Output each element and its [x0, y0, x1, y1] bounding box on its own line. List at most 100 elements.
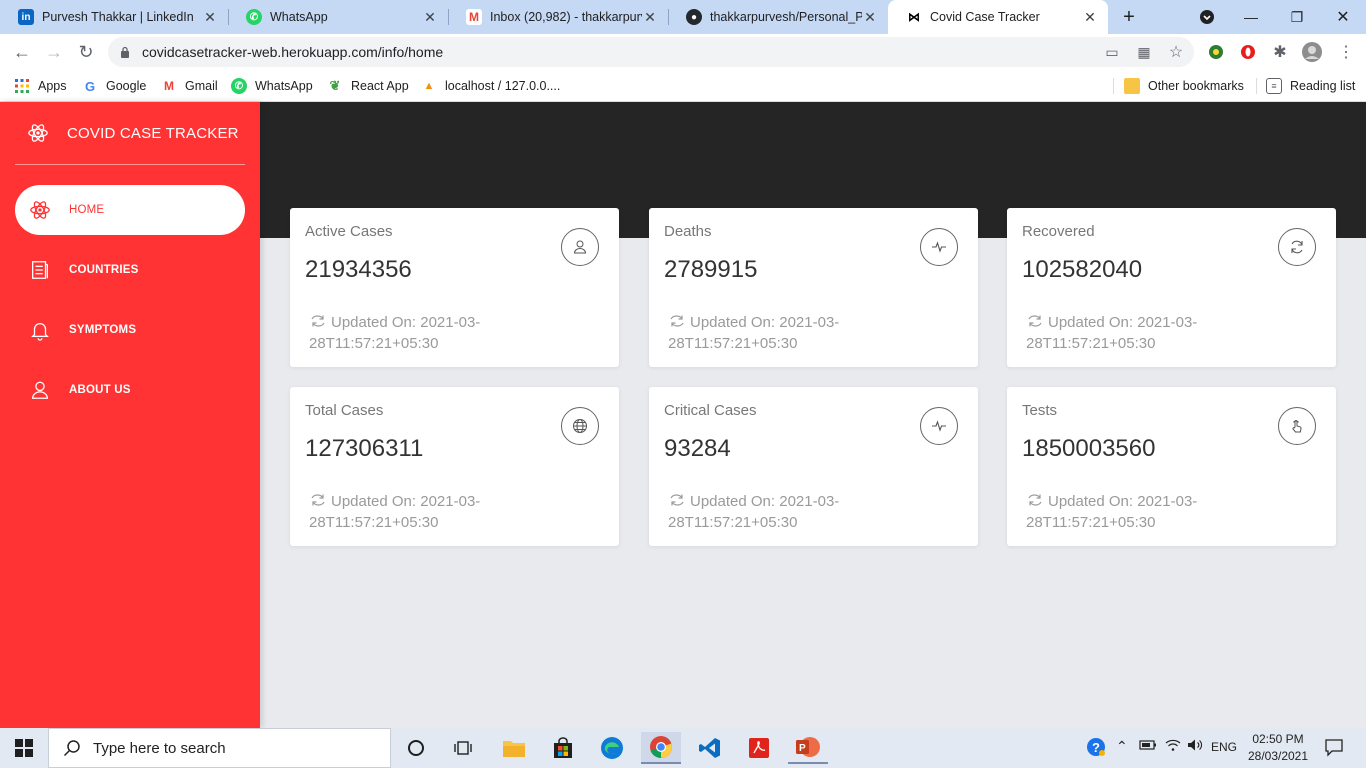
- covid-tracker-app: COVID CASE TRACKER HOME COUNTRIES SYMPTO…: [0, 102, 1366, 728]
- card-title: Deaths: [664, 223, 712, 240]
- bookmark-localhost[interactable]: ▲ localhost / 127.0.0....: [421, 76, 560, 96]
- card-updated: Updated On: 2021-03-28T11:57:21+05:30: [1026, 493, 1198, 531]
- opera-extension-icon[interactable]: [1236, 40, 1260, 64]
- phpmyadmin-icon: ▲: [421, 78, 437, 94]
- card-value: 127306311: [305, 435, 424, 462]
- browser-tab-github[interactable]: ● thakkarpurvesh/Personal_Por ✕: [668, 0, 888, 34]
- bookmark-apps[interactable]: Apps: [14, 76, 67, 96]
- bookmark-react-app[interactable]: ❦ React App: [327, 76, 409, 96]
- tab-title: Covid Case Tracker: [930, 10, 1040, 24]
- profile-avatar[interactable]: [1300, 40, 1324, 64]
- tab-title: Purvesh Thakkar | LinkedIn: [42, 10, 194, 24]
- bookmark-gmail[interactable]: M Gmail: [161, 76, 218, 96]
- back-button[interactable]: ←: [8, 38, 36, 66]
- close-icon[interactable]: ✕: [1082, 9, 1098, 26]
- window-close-button[interactable]: ✕: [1320, 0, 1366, 34]
- volume-icon[interactable]: [1187, 738, 1205, 755]
- sidebar-item-home[interactable]: HOME: [15, 185, 245, 235]
- reload-button[interactable]: ↻: [72, 38, 100, 66]
- card-value: 1850003560: [1022, 435, 1156, 462]
- taskbar-powerpoint[interactable]: P: [788, 732, 828, 764]
- task-view-icon: [454, 741, 472, 755]
- edge-browser-icon: [601, 737, 623, 759]
- notification-icon[interactable]: [1324, 737, 1344, 760]
- extension-globe-icon[interactable]: [1204, 40, 1228, 64]
- powerpoint-icon: P: [796, 737, 820, 757]
- minimize-button[interactable]: —: [1228, 0, 1274, 34]
- browser-tab-covid-tracker[interactable]: ⋈ Covid Case Tracker ✕: [888, 0, 1108, 34]
- address-bar[interactable]: covidcasetracker-web.herokuapp.com/info/…: [108, 37, 1194, 67]
- card-title: Total Cases: [305, 402, 384, 419]
- help-icon[interactable]: ?: [1086, 737, 1106, 760]
- task-view-button[interactable]: [443, 732, 483, 764]
- stat-card-deaths: Deaths 2789915 Updated On: 2021-03-28T11…: [649, 208, 978, 367]
- windows-logo-icon: [15, 739, 33, 757]
- wifi-icon[interactable]: [1164, 738, 1182, 755]
- user-icon: [561, 228, 599, 266]
- browser-tab-whatsapp[interactable]: ✆ WhatsApp ✕: [228, 0, 448, 34]
- bookmark-google[interactable]: G Google: [82, 76, 146, 96]
- taskbar-vscode[interactable]: [690, 732, 730, 764]
- sidebar-item-label: ABOUT US: [69, 384, 131, 396]
- google-icon: G: [82, 78, 98, 94]
- bell-icon: [31, 323, 49, 341]
- folder-icon: [1124, 78, 1140, 94]
- close-icon[interactable]: ✕: [862, 9, 878, 26]
- touch-icon: [1278, 407, 1316, 445]
- taskbar-clock[interactable]: 02:50 PM 28/03/2021: [1234, 731, 1322, 765]
- whatsapp-icon: ✆: [246, 9, 262, 25]
- sidebar-item-about-us[interactable]: ABOUT US: [15, 365, 245, 415]
- tray-chevron-up-icon[interactable]: ⌃: [1116, 738, 1128, 755]
- atom-logo-icon: [28, 124, 48, 142]
- close-icon[interactable]: ✕: [422, 9, 438, 26]
- reading-list-button[interactable]: ≡ Reading list: [1266, 76, 1355, 96]
- brand[interactable]: COVID CASE TRACKER: [15, 102, 245, 165]
- card-updated: Updated On: 2021-03-28T11:57:21+05:30: [309, 314, 481, 352]
- bookmark-label: localhost / 127.0.0....: [445, 79, 561, 93]
- refresh-icon: [1028, 494, 1042, 506]
- cortana-button[interactable]: [396, 732, 436, 764]
- clock-time: 02:50 PM: [1252, 732, 1304, 746]
- globe-icon: [561, 407, 599, 445]
- tab-search-button[interactable]: [1184, 0, 1230, 34]
- battery-icon[interactable]: [1139, 738, 1157, 755]
- taskbar-file-explorer[interactable]: [494, 732, 534, 764]
- bookmark-label: WhatsApp: [255, 79, 313, 93]
- forward-button[interactable]: →: [40, 38, 68, 66]
- gmail-icon: M: [161, 78, 177, 94]
- close-icon[interactable]: ✕: [202, 9, 218, 26]
- restore-button[interactable]: ❐: [1274, 0, 1320, 34]
- refresh-icon: [670, 315, 684, 327]
- stat-card-tests: Tests 1850003560 Updated On: 2021-03-28T…: [1007, 387, 1336, 546]
- url-text: covidcasetracker-web.herokuapp.com/info/…: [142, 44, 444, 60]
- search-icon: [63, 740, 80, 757]
- browser-tab-gmail[interactable]: M Inbox (20,982) - thakkarpurvesh ✕: [448, 0, 668, 34]
- browser-toolbar: ← → ↻ covidcasetracker-web.herokuapp.com…: [0, 34, 1366, 70]
- bookmark-whatsapp[interactable]: ✆ WhatsApp: [231, 76, 313, 96]
- menu-kebab-icon[interactable]: ⋮: [1334, 40, 1358, 64]
- bookmark-star-icon[interactable]: ☆: [1164, 40, 1188, 64]
- taskbar-store[interactable]: [543, 732, 583, 764]
- close-icon[interactable]: ✕: [642, 9, 658, 26]
- sidebar-item-label: SYMPTOMS: [69, 324, 137, 336]
- browser-tab-linkedin[interactable]: in Purvesh Thakkar | LinkedIn ✕: [0, 0, 228, 34]
- new-tab-button[interactable]: +: [1106, 0, 1152, 34]
- card-updated: Updated On: 2021-03-28T11:57:21+05:30: [1026, 314, 1198, 352]
- extensions-puzzle-icon[interactable]: ✱: [1268, 40, 1292, 64]
- qr-code-icon[interactable]: ▦: [1132, 40, 1156, 64]
- taskbar-chrome[interactable]: [641, 732, 681, 764]
- gmail-icon: M: [466, 9, 482, 25]
- acrobat-pdf-icon: [749, 738, 769, 758]
- taskbar-search-box[interactable]: Type here to search: [48, 728, 391, 768]
- card-title: Tests: [1022, 402, 1058, 419]
- sidebar-item-countries[interactable]: COUNTRIES: [15, 245, 245, 295]
- react-leaf-icon: ❦: [327, 78, 343, 94]
- cast-icon[interactable]: ▭: [1100, 40, 1124, 64]
- start-button[interactable]: [4, 732, 44, 764]
- sidebar-item-symptoms[interactable]: SYMPTOMS: [15, 305, 245, 355]
- other-bookmarks-folder[interactable]: Other bookmarks: [1124, 76, 1244, 96]
- card-title: Critical Cases: [664, 402, 757, 419]
- taskbar-edge[interactable]: [592, 732, 632, 764]
- folder-icon: [503, 741, 525, 757]
- taskbar-acrobat[interactable]: [739, 732, 779, 764]
